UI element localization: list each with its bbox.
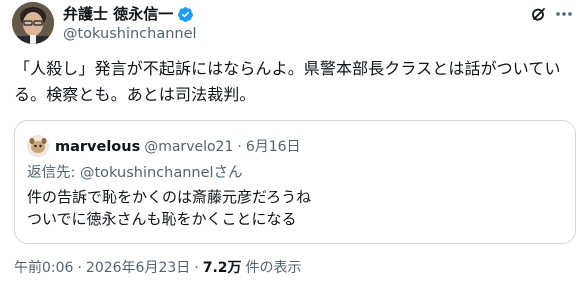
- quoted-separator: ·: [237, 139, 242, 155]
- tweet-text-line-1: 「人殺し」発言が不起訴にはならんよ。県警本部長クラスとは話がついてい: [14, 59, 561, 78]
- quoted-author-handle[interactable]: @marvelo21: [144, 139, 233, 155]
- quoted-tweet-text-line-2: ついでに徳永さんも恥をかくことになる: [27, 210, 297, 228]
- views-count: 7.2万: [202, 260, 242, 276]
- author-name-row: 弁護士 徳永信一: [63, 4, 194, 24]
- quoted-reply-context: 返信先: @tokushinchannelさん: [27, 163, 243, 183]
- meta-separator-1: ·: [77, 260, 82, 276]
- author-avatar-image: [12, 2, 54, 44]
- tweet-time[interactable]: 午前0:06: [14, 257, 73, 277]
- author-avatar[interactable]: [12, 2, 54, 44]
- verified-badge-icon: [177, 6, 194, 23]
- author-handle[interactable]: @tokushinchannel: [63, 25, 197, 43]
- reply-prefix: 返信先:: [27, 165, 80, 181]
- author-display-name[interactable]: 弁護士 徳永信一: [63, 4, 173, 24]
- quoted-author-name[interactable]: marvelous: [55, 139, 140, 155]
- more-options-icon[interactable]: [554, 4, 574, 24]
- views-label: 件の表示: [245, 260, 302, 276]
- meta-separator-2: ·: [194, 260, 199, 276]
- tweet-text: 「人殺し」発言が不起訴にはならんよ。県警本部長クラスとは話がついてい る。検察と…: [14, 56, 570, 108]
- tweet-metadata: 午前0:06 · 2026年6月23日 · 7.2万 件の表示: [14, 257, 302, 277]
- quoted-tweet-card[interactable]: marvelous @marvelo21 · 6月16日 返信先: @tokus…: [14, 120, 576, 244]
- quoted-author-avatar-image: [27, 135, 49, 157]
- reply-mention-link[interactable]: @tokushinchannel: [80, 165, 214, 181]
- quoted-tweet-header: marvelous @marvelo21 · 6月16日: [55, 136, 301, 156]
- grok-icon[interactable]: [529, 4, 549, 24]
- reply-suffix: さん: [213, 165, 243, 181]
- tweet-date[interactable]: 2026年6月23日: [86, 257, 190, 277]
- quoted-tweet-text-line-1: 件の告訴で恥をかくのは斎藤元彦だろうね: [27, 188, 312, 206]
- quoted-tweet-date[interactable]: 6月16日: [246, 136, 301, 156]
- tweet-text-line-2: る。検察とも。あとは司法裁判。: [14, 85, 256, 104]
- quoted-author-avatar[interactable]: [27, 135, 49, 157]
